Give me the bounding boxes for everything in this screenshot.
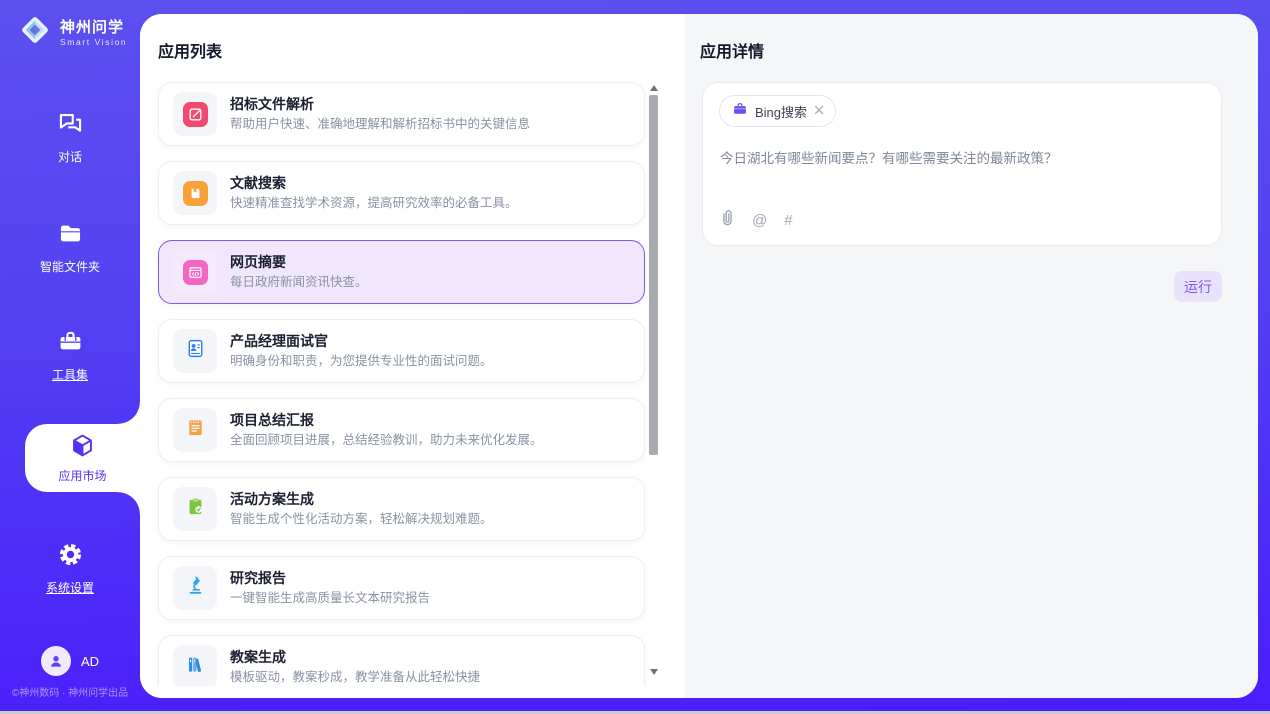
app-desc: 帮助用户快速、准确地理解和解析招标书中的关键信息: [230, 115, 530, 134]
book-icon: [183, 181, 208, 206]
app-icon-tile: [173, 250, 217, 294]
paperclip-icon[interactable]: [720, 208, 735, 232]
sidebar-item-toolkit[interactable]: 工具集: [0, 328, 140, 383]
app-icon-tile: [173, 645, 217, 686]
sidebar-item-label: 应用市场: [58, 467, 106, 484]
main-panel: 应用列表 招标文件解析 帮助用户快速、准确地理解和解析招标书中的关键信: [140, 14, 1258, 698]
app-desc: 智能生成个性化活动方案，轻松解决规划难题。: [230, 510, 493, 529]
brand-subtitle: Smart Vision: [60, 37, 127, 47]
app-icon-tile: [173, 171, 217, 215]
prompt-card: Bing搜索 今日湖北有哪些新闻要点？有哪些需要关注的最新政策？ @: [702, 82, 1222, 246]
run-button[interactable]: 运行: [1174, 271, 1222, 302]
app-desc: 快速精准查找学术资源，提高研究效率的必备工具。: [230, 194, 518, 213]
app-title: 研究报告: [230, 568, 430, 588]
sidebar-item-settings[interactable]: 系统设置: [0, 541, 140, 596]
scrollbar-thumb[interactable]: [649, 95, 658, 455]
app-desc: 模板驱动，教案秒成，教学准备从此轻松快捷: [230, 668, 480, 686]
sidebar-item-label: 系统设置: [0, 579, 140, 596]
books-icon: [184, 653, 207, 681]
clipboard-check-icon: [184, 495, 207, 523]
tab-curve-top: [118, 402, 140, 424]
brand-logo: 神州问学 Smart Vision: [18, 13, 127, 52]
app-title: 教案生成: [230, 647, 480, 667]
hash-icon[interactable]: #: [784, 213, 792, 228]
app-icon-tile: [173, 566, 217, 610]
app-desc: 一键智能生成高质量长文本研究报告: [230, 589, 430, 608]
app-title: 活动方案生成: [230, 489, 493, 509]
sidebar-item-chat[interactable]: 对话: [0, 110, 140, 165]
mention-icon[interactable]: @: [752, 213, 767, 228]
user-row[interactable]: AD: [0, 646, 140, 676]
tab-curve-bottom: [118, 492, 140, 514]
chat-icon: [57, 124, 84, 141]
app-icon-tile: [173, 329, 217, 373]
brand-title: 神州问学: [60, 19, 124, 36]
tool-chip-bing-search[interactable]: Bing搜索: [719, 95, 836, 127]
list-item-event-plan[interactable]: 活动方案生成 智能生成个性化活动方案，轻松解决规划难题。: [158, 477, 645, 541]
avatar-person-icon: [47, 652, 65, 670]
app-desc: 明确身份和职责，为您提供专业性的面试问题。: [230, 352, 493, 371]
app-window: 神州问学 Smart Vision 对话 智能文件夹: [0, 0, 1270, 714]
app-list-title: 应用列表: [158, 38, 222, 62]
microscope-icon: [184, 574, 207, 602]
gear-icon: [57, 555, 84, 572]
query-input[interactable]: 今日湖北有哪些新闻要点？有哪些需要关注的最新政策？: [720, 149, 1202, 169]
tool-chip-label: Bing搜索: [755, 102, 807, 121]
copyright-footer: ©神州数码 · 神州问学出品: [0, 684, 140, 699]
sidebar-item-smart-folder[interactable]: 智能文件夹: [0, 220, 140, 275]
app-list-scrollbar[interactable]: [648, 80, 660, 680]
app-icon-tile: [173, 487, 217, 531]
toolbox-icon: [57, 342, 84, 359]
list-item-lesson-plan[interactable]: 教案生成 模板驱动，教案秒成，教学准备从此轻松快捷: [158, 635, 645, 686]
app-title: 招标文件解析: [230, 94, 530, 114]
list-item-research-report[interactable]: 研究报告 一键智能生成高质量长文本研究报告: [158, 556, 645, 620]
scroll-down-icon[interactable]: [650, 669, 658, 675]
app-list: 招标文件解析 帮助用户快速、准确地理解和解析招标书中的关键信息: [140, 80, 685, 686]
sidebar-item-label: 智能文件夹: [0, 258, 140, 275]
briefcase-icon: [732, 101, 748, 122]
list-item-pm-interviewer[interactable]: 产品经理面试官 明确身份和职责，为您提供专业性的面试问题。: [158, 319, 645, 383]
app-desc: 每日政府新闻资讯快查。: [230, 273, 368, 292]
list-item-bid-document-parsing[interactable]: 招标文件解析 帮助用户快速、准确地理解和解析招标书中的关键信息: [158, 82, 645, 146]
app-desc: 全面回顾项目进展，总结经验教训，助力未来优化发展。: [230, 431, 543, 450]
sidebar-item-label: 对话: [0, 148, 140, 165]
sidebar-item-label: 工具集: [0, 366, 140, 383]
avatar: [41, 646, 71, 676]
app-icon-tile: [173, 92, 217, 136]
close-icon[interactable]: [814, 102, 824, 120]
app-title: 文献搜索: [230, 173, 518, 193]
sidebar: 神州问学 Smart Vision 对话 智能文件夹: [0, 0, 140, 714]
folder-icon: [57, 234, 84, 251]
app-icon-tile: [173, 408, 217, 452]
list-item-literature-search[interactable]: 文献搜索 快速精准查找学术资源，提高研究效率的必备工具。: [158, 161, 645, 225]
app-title: 项目总结汇报: [230, 410, 543, 430]
list-item-project-summary[interactable]: 项目总结汇报 全面回顾项目进展，总结经验教训，助力未来优化发展。: [158, 398, 645, 462]
scroll-up-icon[interactable]: [650, 85, 658, 91]
edit-document-icon: [183, 102, 208, 127]
composer-toolbar: @ #: [720, 208, 793, 232]
app-detail-title: 应用详情: [700, 38, 764, 62]
cube-icon: [69, 432, 96, 464]
user-name: AD: [81, 654, 99, 669]
diamond-logo-icon: [18, 13, 52, 52]
app-title: 产品经理面试官: [230, 331, 493, 351]
app-title: 网页摘要: [230, 252, 368, 272]
list-item-web-summary[interactable]: 网页摘要 每日政府新闻资讯快查。: [158, 240, 645, 304]
notepad-icon: [184, 416, 207, 444]
browser-code-icon: [183, 260, 208, 285]
resume-person-icon: [184, 337, 207, 365]
sidebar-item-app-market[interactable]: 应用市场: [25, 424, 140, 492]
app-detail-pane: 应用详情 Bing搜索: [685, 14, 1258, 698]
app-list-pane: 应用列表 招标文件解析 帮助用户快速、准确地理解和解析招标书中的关键信: [140, 14, 685, 698]
